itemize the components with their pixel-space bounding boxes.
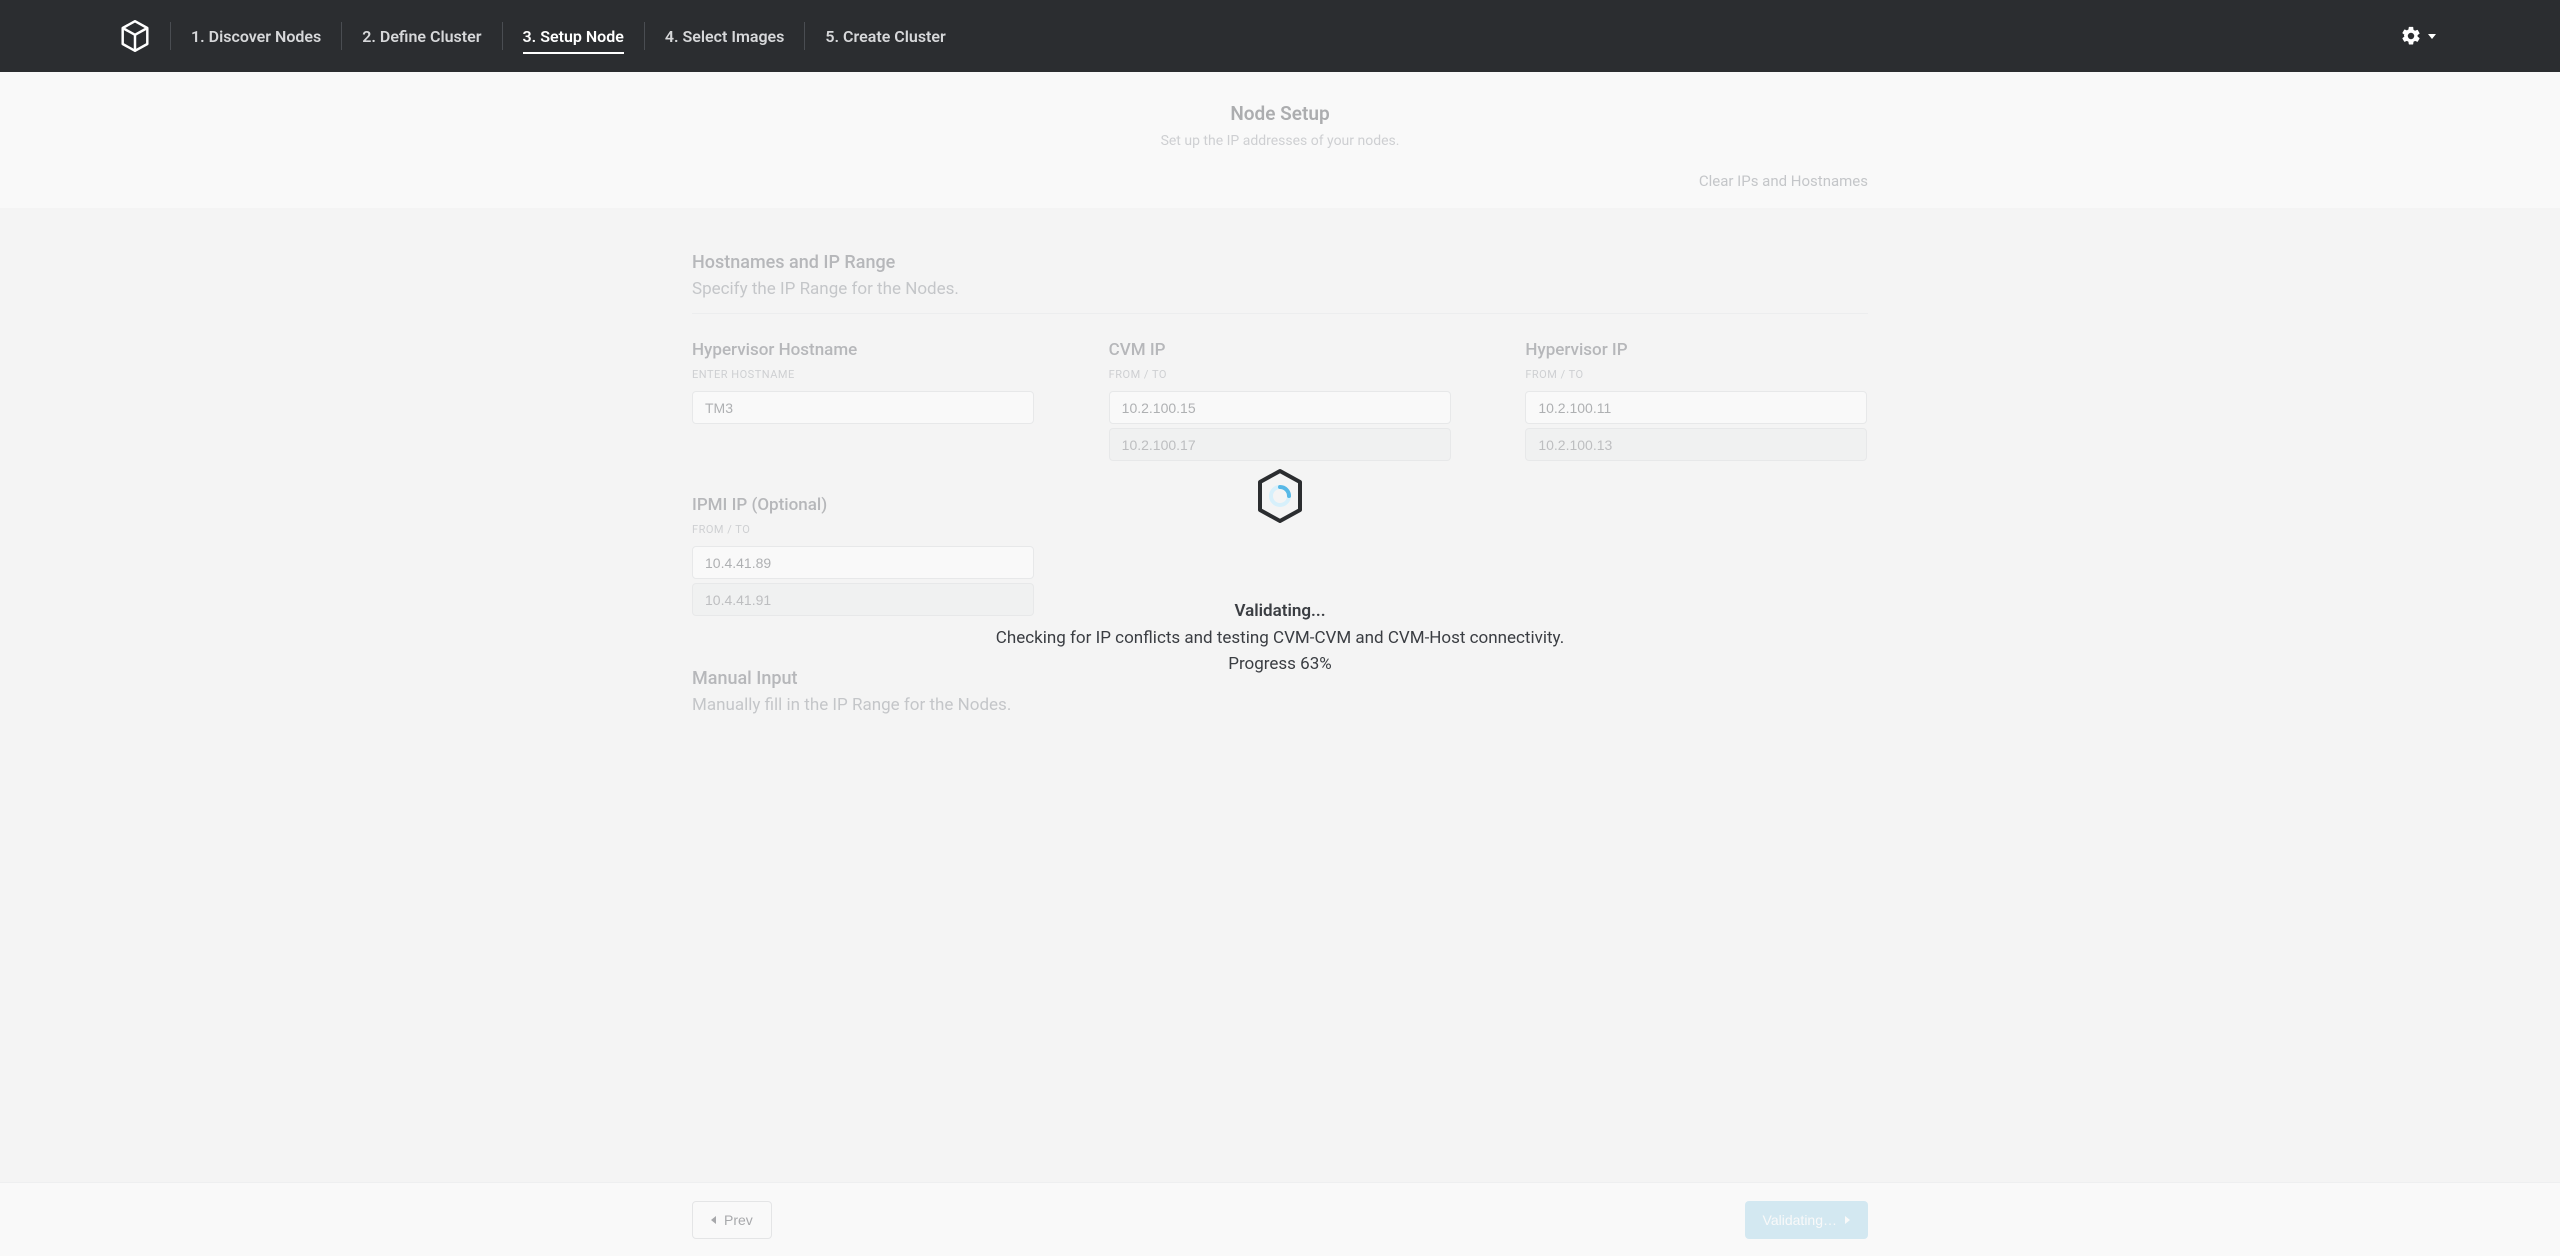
input-cvm-from[interactable]: [1109, 391, 1451, 424]
chevron-left-icon: [711, 1216, 716, 1224]
step-discover-nodes[interactable]: 1. Discover Nodes: [171, 14, 341, 58]
step-define-cluster[interactable]: 2. Define Cluster: [342, 14, 501, 58]
label-hypervisor-hostname: Hypervisor Hostname: [692, 340, 1035, 360]
label-cvm-ip: CVM IP: [1109, 340, 1452, 360]
cube-icon: [120, 20, 150, 52]
step-setup-node[interactable]: 3. Setup Node: [503, 14, 644, 58]
wizard-steps: 1. Discover Nodes 2. Define Cluster 3. S…: [171, 0, 966, 72]
input-hostname[interactable]: [692, 391, 1034, 424]
input-cvm-to[interactable]: [1109, 428, 1451, 461]
step-label: 1. Discover Nodes: [191, 27, 321, 46]
section-divider: [692, 313, 1868, 314]
input-hyp-from[interactable]: [1525, 391, 1867, 424]
prev-button-label: Prev: [724, 1212, 753, 1228]
settings-menu[interactable]: [2396, 19, 2440, 53]
step-create-cluster[interactable]: 5. Create Cluster: [805, 14, 965, 58]
gear-icon: [2400, 25, 2422, 47]
page-scroll[interactable]: 1. Discover Nodes 2. Define Cluster 3. S…: [0, 0, 2560, 1256]
field-group-hostname: Hypervisor Hostname ENTER HOSTNAME: [692, 340, 1035, 461]
section-title-manual: Manual Input: [692, 668, 1868, 689]
app-header: 1. Discover Nodes 2. Define Cluster 3. S…: [0, 0, 2560, 72]
caption-hyp-fromto: FROM / TO: [1525, 368, 1868, 381]
input-ipmi-from[interactable]: [692, 546, 1034, 579]
label-hypervisor-ip: Hypervisor IP: [1525, 340, 1868, 360]
field-group-hypervisor-ip: Hypervisor IP FROM / TO: [1525, 340, 1868, 461]
caption-ipmi-fromto: FROM / TO: [692, 523, 1868, 536]
page-subtitle: Set up the IP addresses of your nodes.: [0, 133, 2560, 149]
input-hyp-to[interactable]: [1525, 428, 1867, 461]
step-label: 3. Setup Node: [523, 27, 624, 46]
next-button-validating[interactable]: Validating…: [1745, 1201, 1868, 1239]
step-select-images[interactable]: 4. Select Images: [645, 14, 805, 58]
chevron-down-icon: [2428, 34, 2436, 39]
form-area: Hostnames and IP Range Specify the IP Ra…: [692, 208, 1868, 869]
field-group-ipmi-ip: IPMI IP (Optional) FROM / TO: [692, 495, 1868, 616]
wizard-footer: Prev Validating…: [0, 1182, 2560, 1256]
caption-enter-hostname: ENTER HOSTNAME: [692, 368, 1035, 381]
section-sub-iprange: Specify the IP Range for the Nodes.: [692, 279, 1868, 299]
next-button-label: Validating…: [1763, 1212, 1837, 1228]
section-sub-manual: Manually fill in the IP Range for the No…: [692, 695, 1868, 715]
app-logo: [120, 14, 170, 58]
step-label: 4. Select Images: [665, 27, 785, 46]
chevron-right-icon: [1845, 1216, 1850, 1224]
section-title-iprange: Hostnames and IP Range: [692, 252, 1868, 273]
clear-ips-link[interactable]: Clear IPs and Hostnames: [1699, 172, 1868, 190]
prev-button[interactable]: Prev: [692, 1201, 772, 1239]
input-ipmi-to[interactable]: [692, 583, 1034, 616]
page-title: Node Setup: [0, 102, 2560, 125]
caption-cvm-fromto: FROM / TO: [1109, 368, 1452, 381]
page-title-band: Node Setup Set up the IP addresses of yo…: [0, 72, 2560, 167]
label-ipmi-ip: IPMI IP (Optional): [692, 495, 1868, 515]
field-group-cvm-ip: CVM IP FROM / TO: [1109, 340, 1452, 461]
step-label: 2. Define Cluster: [362, 27, 481, 46]
step-label: 5. Create Cluster: [825, 27, 945, 46]
